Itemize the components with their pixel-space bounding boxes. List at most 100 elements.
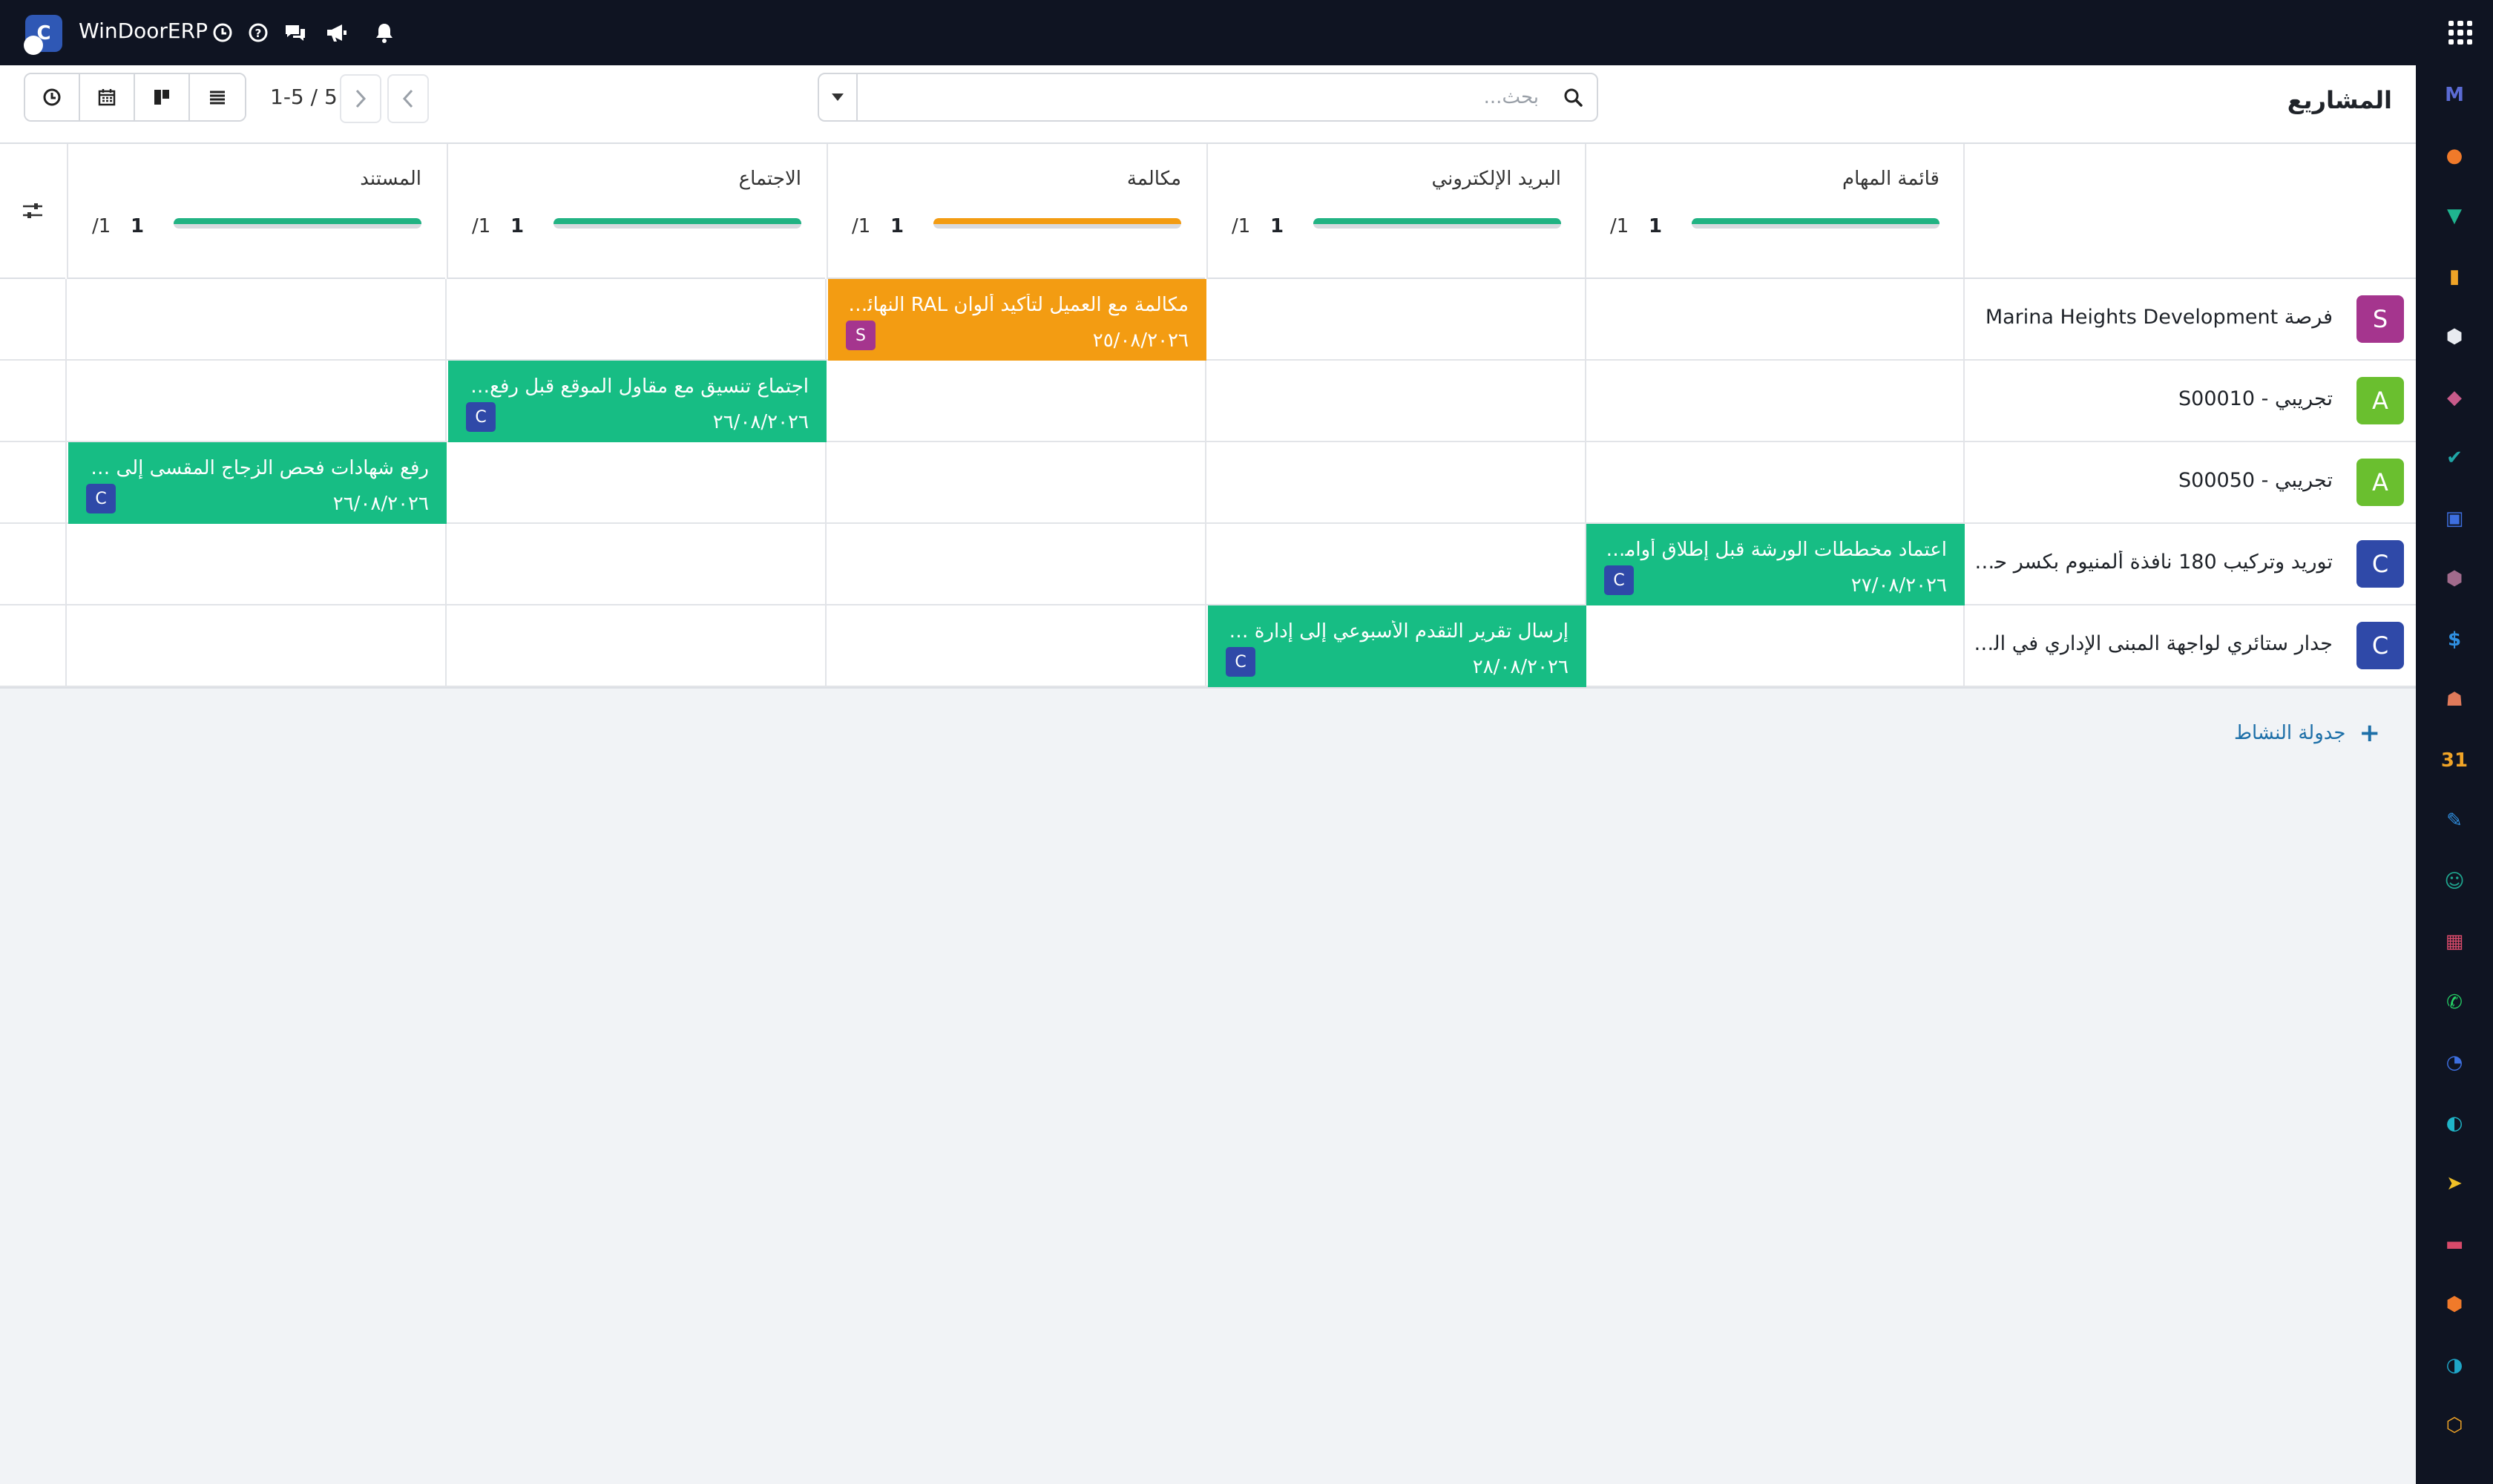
record-avatar: C xyxy=(2356,540,2404,588)
email-marketing-app-icon[interactable]: ➤ xyxy=(2438,1167,2471,1200)
activity-summary: إرسال تقرير التقدم الأسبوعي إلى إدارة ال… xyxy=(1227,620,1569,643)
search-options-toggle[interactable] xyxy=(819,74,858,120)
activity-progress-bar[interactable] xyxy=(933,218,1181,229)
record-cell[interactable]: تجريبي - S00050 A xyxy=(1963,442,2416,524)
activity-deadline: ٢٨/٠٨/٢٠٢٦ xyxy=(1472,656,1569,678)
column-settings-icon[interactable] xyxy=(0,144,65,279)
spreadsheet-app-icon[interactable]: ▬ xyxy=(2438,1228,2471,1261)
apps-grid-icon[interactable] xyxy=(2446,18,2475,47)
view-activity-button[interactable] xyxy=(25,74,80,120)
activity-card[interactable]: رفع شهادات فحص الزجاج المقسى إلى ملف الم… xyxy=(68,442,447,524)
activity-total: /1 xyxy=(1610,215,1629,237)
list-icon xyxy=(210,91,225,105)
record-name: تجريبي - S00050 xyxy=(2178,469,2333,492)
activity-summary: رفع شهادات فحص الزجاج المقسى إلى ملف الم… xyxy=(88,457,429,479)
activity-summary: اعتماد مخططات الورشة قبل إطلاق أوامر الت… xyxy=(1606,539,1947,561)
help-icon[interactable]: ? xyxy=(242,16,275,49)
timesheet-app-icon[interactable]: ◔ xyxy=(2438,1046,2471,1079)
activity-type-name[interactable]: المستند xyxy=(360,168,421,190)
contacts-app-icon[interactable]: ☺ xyxy=(2438,865,2471,898)
knowledge-app-icon[interactable]: ▣ xyxy=(2438,502,2471,535)
activity-card[interactable]: إرسال تقرير التقدم الأسبوعي إلى إدارة ال… xyxy=(1208,605,1586,687)
project-app-icon[interactable]: ⬢ xyxy=(2438,1288,2471,1321)
view-calendar-button[interactable] xyxy=(80,74,135,120)
activity-type-name[interactable]: مكالمة xyxy=(1127,168,1181,190)
activity-user-avatar: C xyxy=(1226,647,1255,677)
plus-icon: + xyxy=(2359,718,2381,748)
cell-divider xyxy=(65,361,67,442)
activity-count: 1 xyxy=(890,215,904,237)
record-row: تجريبي - S00050 A رفع شهادات فحص الزجاج … xyxy=(0,442,2416,524)
whatsapp-app-icon[interactable]: ✆ xyxy=(2438,986,2471,1019)
sign-app-icon[interactable]: ✎ xyxy=(2438,804,2471,837)
dashboards-app-icon[interactable]: ▦ xyxy=(2438,925,2471,958)
pager-next-button[interactable] xyxy=(340,74,381,123)
record-cell[interactable]: توريد وتركيب 180 نافذة ألمنيوم بكسر حرار… xyxy=(1963,524,2416,605)
bell-icon[interactable] xyxy=(368,16,401,49)
payments-app-icon[interactable]: $ xyxy=(2438,623,2471,656)
top-navbar: C WinDoorERP ? xyxy=(0,0,2493,65)
activity-card[interactable]: اعتماد مخططات الورشة قبل إطلاق أوامر الت… xyxy=(1586,524,1965,605)
app-name[interactable]: WinDoorERP xyxy=(79,19,208,43)
clock-icon[interactable] xyxy=(206,16,239,49)
search-icon[interactable] xyxy=(1549,74,1597,120)
employees-app-icon[interactable]: ☗ xyxy=(2438,683,2471,716)
svg-text:?: ? xyxy=(255,27,262,40)
cell-divider xyxy=(65,279,67,361)
cell-divider xyxy=(1205,361,1206,442)
activity-progress-fill xyxy=(174,218,421,224)
record-row: فرصة Marina Heights Development S مكالمة… xyxy=(0,279,2416,361)
search-input[interactable] xyxy=(858,74,1549,120)
schedule-activity-label: جدولة النشاط xyxy=(2233,722,2346,744)
todo-app-icon[interactable]: ✔ xyxy=(2438,441,2471,474)
view-list-button[interactable] xyxy=(190,74,245,120)
activity-user-avatar: C xyxy=(86,484,116,513)
reporting-app-icon[interactable]: ▮ xyxy=(2438,260,2471,293)
pager-previous-button[interactable] xyxy=(387,74,429,123)
view-switcher xyxy=(24,73,246,122)
cell-divider xyxy=(825,279,827,361)
activity-card[interactable]: اجتماع تنسيق مع مقاول الموقع قبل رفع الأ… xyxy=(448,361,827,442)
activity-grid: قائمة المهام 1 /1 البريد الإلكتروني 1 /1 م… xyxy=(0,144,2416,689)
mail-app-icon[interactable]: M xyxy=(2438,79,2471,111)
activity-user-avatar: C xyxy=(466,402,496,432)
kanban-icon xyxy=(154,90,169,105)
activity-progress-bar[interactable] xyxy=(1692,218,1939,229)
crm-app-icon[interactable]: ▼ xyxy=(2438,200,2471,232)
activity-progress-bar[interactable] xyxy=(174,218,421,229)
planning-app-icon[interactable]: ◑ xyxy=(2438,1349,2471,1382)
activity-count: 1 xyxy=(1649,215,1663,237)
inventory-app-icon[interactable]: ⬢ xyxy=(2438,321,2471,353)
discuss-app-icon[interactable]: ● xyxy=(2438,139,2471,172)
record-cell[interactable]: تجريبي - S00010 A xyxy=(1963,361,2416,442)
record-avatar: S xyxy=(2356,295,2404,343)
activity-card[interactable]: مكالمة مع العميل لتأكيد ألوان RAL النهائ… xyxy=(828,279,1206,361)
activity-progress-fill xyxy=(554,218,801,224)
breadcrumb[interactable]: المشاريع xyxy=(2287,86,2392,114)
record-cell[interactable]: جدار ستائري لواجهة المبنى الإداري في الس… xyxy=(1963,605,2416,687)
activity-count: 1 xyxy=(1270,215,1284,237)
cell-divider xyxy=(1205,442,1206,524)
studio-app-icon[interactable]: ◆ xyxy=(2438,381,2471,414)
activity-type-name[interactable]: الاجتماع xyxy=(739,168,801,190)
view-kanban-button[interactable] xyxy=(135,74,190,120)
control-panel: المشاريع 1-5 / 5 xyxy=(0,65,2416,144)
products-app-icon[interactable]: ⬢ xyxy=(2438,562,2471,595)
main-content: المشاريع 1-5 / 5 xyxy=(0,65,2416,1484)
company-logo[interactable]: C xyxy=(24,15,62,55)
record-cell[interactable]: فرصة Marina Heights Development S xyxy=(1963,279,2416,361)
caret-down-icon xyxy=(832,93,844,101)
maintenance-app-icon[interactable]: ⬡ xyxy=(2438,1409,2471,1442)
schedule-activity-link[interactable]: + جدولة النشاط xyxy=(2234,718,2380,748)
activity-total: /1 xyxy=(852,215,871,237)
pager-value[interactable]: 1-5 / 5 xyxy=(270,85,338,109)
activity-progress-bar[interactable] xyxy=(1313,218,1561,229)
activity-type-name[interactable]: قائمة المهام xyxy=(1842,168,1939,190)
calendar-app-icon[interactable]: 31 xyxy=(2438,744,2471,777)
chat-icon[interactable] xyxy=(279,16,312,49)
announcement-icon[interactable] xyxy=(321,16,353,49)
activity-type-header: قائمة المهام 1 /1 xyxy=(1585,144,1963,279)
activity-type-name[interactable]: البريد الإلكتروني xyxy=(1432,168,1561,190)
activity-progress-bar[interactable] xyxy=(554,218,801,229)
website-app-icon[interactable]: ◐ xyxy=(2438,1107,2471,1140)
